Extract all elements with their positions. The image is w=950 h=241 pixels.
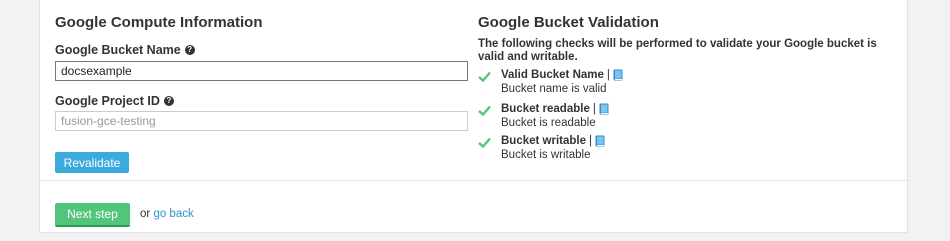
question-circle-icon[interactable]: ?: [184, 45, 195, 55]
validation-description: The following checks will be performed t…: [478, 38, 877, 63]
check-title: Bucket readable |: [501, 103, 609, 115]
project-id-label: Google Project ID ?: [55, 94, 174, 108]
check-title-text: Bucket writable: [501, 135, 586, 147]
check-item-readable: Bucket readable | Bucket is readable: [478, 103, 778, 131]
check-title: Bucket writable |: [501, 135, 605, 147]
next-step-button[interactable]: Next step: [55, 203, 130, 227]
check-status: Bucket is readable: [501, 117, 596, 129]
check-status: Bucket is writable: [501, 149, 591, 161]
check-item-valid-name: Valid Bucket Name | Bucket name is valid: [478, 69, 778, 97]
separator: |: [589, 135, 592, 147]
go-back-link[interactable]: go back: [153, 208, 193, 220]
footer-or-text: or go back: [140, 208, 194, 220]
check-icon: [478, 105, 491, 116]
setup-card: Google Compute Information Google Bucket…: [39, 0, 908, 233]
book-icon[interactable]: [595, 135, 605, 147]
revalidate-button[interactable]: Revalidate: [55, 152, 129, 173]
check-icon: [478, 137, 491, 148]
separator: |: [606, 69, 610, 81]
bucket-name-input[interactable]: [55, 61, 468, 81]
project-id-label-text: Google Project ID: [55, 94, 160, 108]
check-title: Valid Bucket Name |: [501, 69, 623, 81]
bucket-name-label: Google Bucket Name ?: [55, 43, 195, 57]
project-id-input[interactable]: [55, 111, 468, 131]
book-icon[interactable]: [613, 69, 623, 81]
section-divider: [40, 180, 907, 181]
question-circle-icon[interactable]: ?: [163, 96, 174, 106]
check-item-writable: Bucket writable | Bucket is writable: [478, 135, 778, 163]
check-title-text: Bucket readable: [501, 103, 590, 115]
check-icon: [478, 71, 491, 82]
or-label: or: [140, 208, 151, 220]
check-title-text: Valid Bucket Name: [501, 69, 604, 81]
compute-section-title: Google Compute Information: [55, 14, 263, 31]
check-status: Bucket name is valid: [501, 83, 607, 95]
book-icon[interactable]: [599, 103, 609, 115]
bucket-name-label-text: Google Bucket Name: [55, 43, 181, 57]
separator: |: [592, 103, 596, 115]
validation-section-title: Google Bucket Validation: [478, 14, 659, 31]
